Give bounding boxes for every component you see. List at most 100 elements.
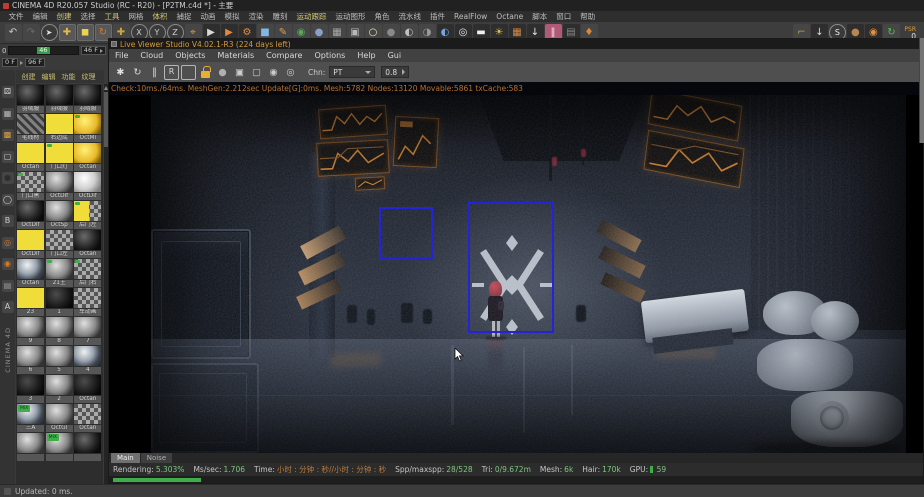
selection-rect-large[interactable] — [468, 202, 554, 333]
material-item[interactable]: OctDif — [17, 201, 44, 229]
live-viewer-menu-item[interactable]: Cloud — [134, 51, 169, 60]
range-arrow-icon[interactable] — [20, 61, 23, 65]
live-selection-icon[interactable]: ➤ — [41, 24, 58, 41]
menu-item[interactable]: 角色 — [370, 11, 394, 22]
range-end-field[interactable]: 96 F — [25, 58, 45, 67]
material-item[interactable]: 羽绒服 — [74, 85, 101, 113]
viewer-tab[interactable]: Main — [111, 453, 140, 463]
material-item[interactable]: Octan — [74, 404, 101, 432]
material-item[interactable]: 21王 — [46, 259, 73, 287]
menu-item[interactable]: 帮助 — [576, 11, 600, 22]
live-viewer-menu-item[interactable]: Objects — [169, 51, 211, 60]
menu-item[interactable]: 文件 — [4, 11, 28, 22]
menu-item[interactable]: RealFlow — [450, 12, 492, 21]
waffle-icon[interactable]: ▩ — [2, 129, 14, 141]
workplane-icon[interactable]: ◯ — [2, 194, 14, 206]
scale-tool-icon[interactable]: ◼ — [77, 24, 94, 41]
material-item[interactable]: OctDif — [17, 230, 44, 258]
live-viewer-menu-item[interactable]: Compare — [260, 51, 308, 60]
b-tool-icon[interactable]: B — [2, 215, 14, 227]
reset-render-icon[interactable]: R — [164, 65, 179, 80]
material-menu-item[interactable]: 编辑 — [39, 72, 58, 82]
live-viewer-menu-item[interactable]: Options — [308, 51, 351, 60]
restart-render-icon[interactable]: ↻ — [130, 65, 145, 80]
live-viewer-menu-item[interactable]: Gui — [382, 51, 408, 60]
material-item[interactable]: 门口灯 — [46, 143, 73, 171]
orange-dot-icon[interactable]: ◉ — [2, 258, 14, 270]
menu-item[interactable]: 网格 — [124, 11, 148, 22]
material-item[interactable]: Octan — [74, 375, 101, 403]
material-item[interactable]: 9 — [17, 317, 44, 345]
material-item[interactable]: Octan — [17, 143, 44, 171]
menu-item[interactable]: 窗口 — [552, 11, 576, 22]
material-item[interactable]: 2 — [46, 375, 73, 403]
menu-item[interactable]: 模拟 — [220, 11, 244, 22]
orange-ring-icon[interactable]: ◎ — [2, 237, 14, 249]
material-item[interactable]: 6 — [17, 346, 44, 374]
menu-item[interactable]: 创建 — [52, 11, 76, 22]
viewer-tab[interactable]: Noise — [141, 453, 172, 463]
pause-render-icon[interactable]: ‖ — [147, 65, 162, 80]
material-item[interactable]: 5 — [46, 346, 73, 374]
menu-item[interactable]: 运动跟踪 — [292, 11, 331, 22]
dice-icon[interactable]: ⚄ — [2, 86, 14, 98]
material-menu-item[interactable]: 纹理 — [79, 72, 98, 82]
material-item[interactable]: 23 — [17, 288, 44, 316]
material-item[interactable]: OctGl — [46, 404, 73, 432]
settings-gear-icon[interactable] — [181, 65, 196, 80]
region-render-icon[interactable]: ▣ — [232, 65, 247, 80]
menu-item[interactable]: 脚本 — [528, 11, 552, 22]
lock-resolution-icon[interactable] — [198, 65, 213, 80]
film-region-icon[interactable]: ▢ — [249, 65, 264, 80]
menu-item[interactable]: 插件 — [426, 11, 450, 22]
material-menu-item[interactable]: 创建 — [19, 72, 38, 82]
strength-field[interactable]: 0.8 — [381, 66, 409, 78]
material-item[interactable]: 8 — [46, 317, 73, 345]
render-viewport[interactable] — [109, 95, 923, 453]
material-item[interactable]: 7 — [74, 317, 101, 345]
live-viewer-titlebar[interactable]: Live Viewer Studio V4.02.1-R3 (224 days … — [109, 39, 923, 49]
a-plate-icon[interactable]: A — [2, 301, 14, 313]
material-item[interactable]: OctSp — [46, 201, 73, 229]
selection-rect-small[interactable] — [379, 207, 433, 260]
range-start-field[interactable]: 0 F — [2, 58, 18, 67]
undo-icon[interactable]: ↶ — [5, 24, 22, 41]
layer-icon[interactable]: ▤ — [2, 280, 14, 292]
move-tool-icon[interactable]: ✚ — [59, 24, 76, 41]
material-item[interactable]: 羽绒服 — [17, 85, 44, 113]
pick-focus-icon[interactable]: ◎ — [283, 65, 298, 80]
material-item[interactable]: 羽绒服 — [46, 85, 73, 113]
redo-icon[interactable]: ↷ — [23, 24, 40, 41]
material-item[interactable]: 毛线材 — [17, 114, 44, 142]
material-item[interactable]: OctMi — [74, 114, 101, 142]
docked-panel-sliver[interactable] — [919, 38, 924, 143]
channel-dropdown[interactable]: PT — [329, 66, 375, 78]
pick-material-icon[interactable]: ◉ — [266, 65, 281, 80]
menu-item[interactable]: 工具 — [100, 11, 124, 22]
material-item[interactable]: 3 — [17, 375, 44, 403]
material-item[interactable]: 门口黑 — [17, 172, 44, 200]
dark-sphere-icon[interactable]: ● — [2, 172, 14, 184]
material-item[interactable]: 车动画 — [74, 288, 101, 316]
menu-item[interactable]: 编辑 — [28, 11, 52, 22]
menu-item[interactable]: 流水线 — [394, 11, 426, 22]
menu-item[interactable]: 捕捉 — [172, 11, 196, 22]
material-item[interactable]: 4 — [74, 346, 101, 374]
model-mode-icon[interactable]: ▢ — [2, 151, 14, 163]
material-item[interactable]: Octan — [17, 259, 44, 287]
material-item[interactable]: 后门右 — [74, 259, 101, 287]
menu-item[interactable]: 体积 — [148, 11, 172, 22]
menu-item[interactable]: 选择 — [76, 11, 100, 22]
material-item[interactable]: MIX 三A — [17, 404, 44, 432]
material-item[interactable]: 1 — [46, 288, 73, 316]
menu-item[interactable]: 雕刻 — [268, 11, 292, 22]
material-item[interactable]: 右边底 — [46, 114, 73, 142]
material-item[interactable]: 门口左 — [46, 230, 73, 258]
material-item[interactable] — [74, 433, 101, 461]
menu-item[interactable]: 动画 — [196, 11, 220, 22]
current-frame-marker[interactable]: 46 — [37, 47, 50, 54]
timeline-slider[interactable]: 46 — [8, 46, 78, 55]
material-item[interactable]: Octan — [74, 230, 101, 258]
material-item[interactable]: OctDif — [46, 172, 73, 200]
material-item[interactable]: OctDif — [74, 172, 101, 200]
